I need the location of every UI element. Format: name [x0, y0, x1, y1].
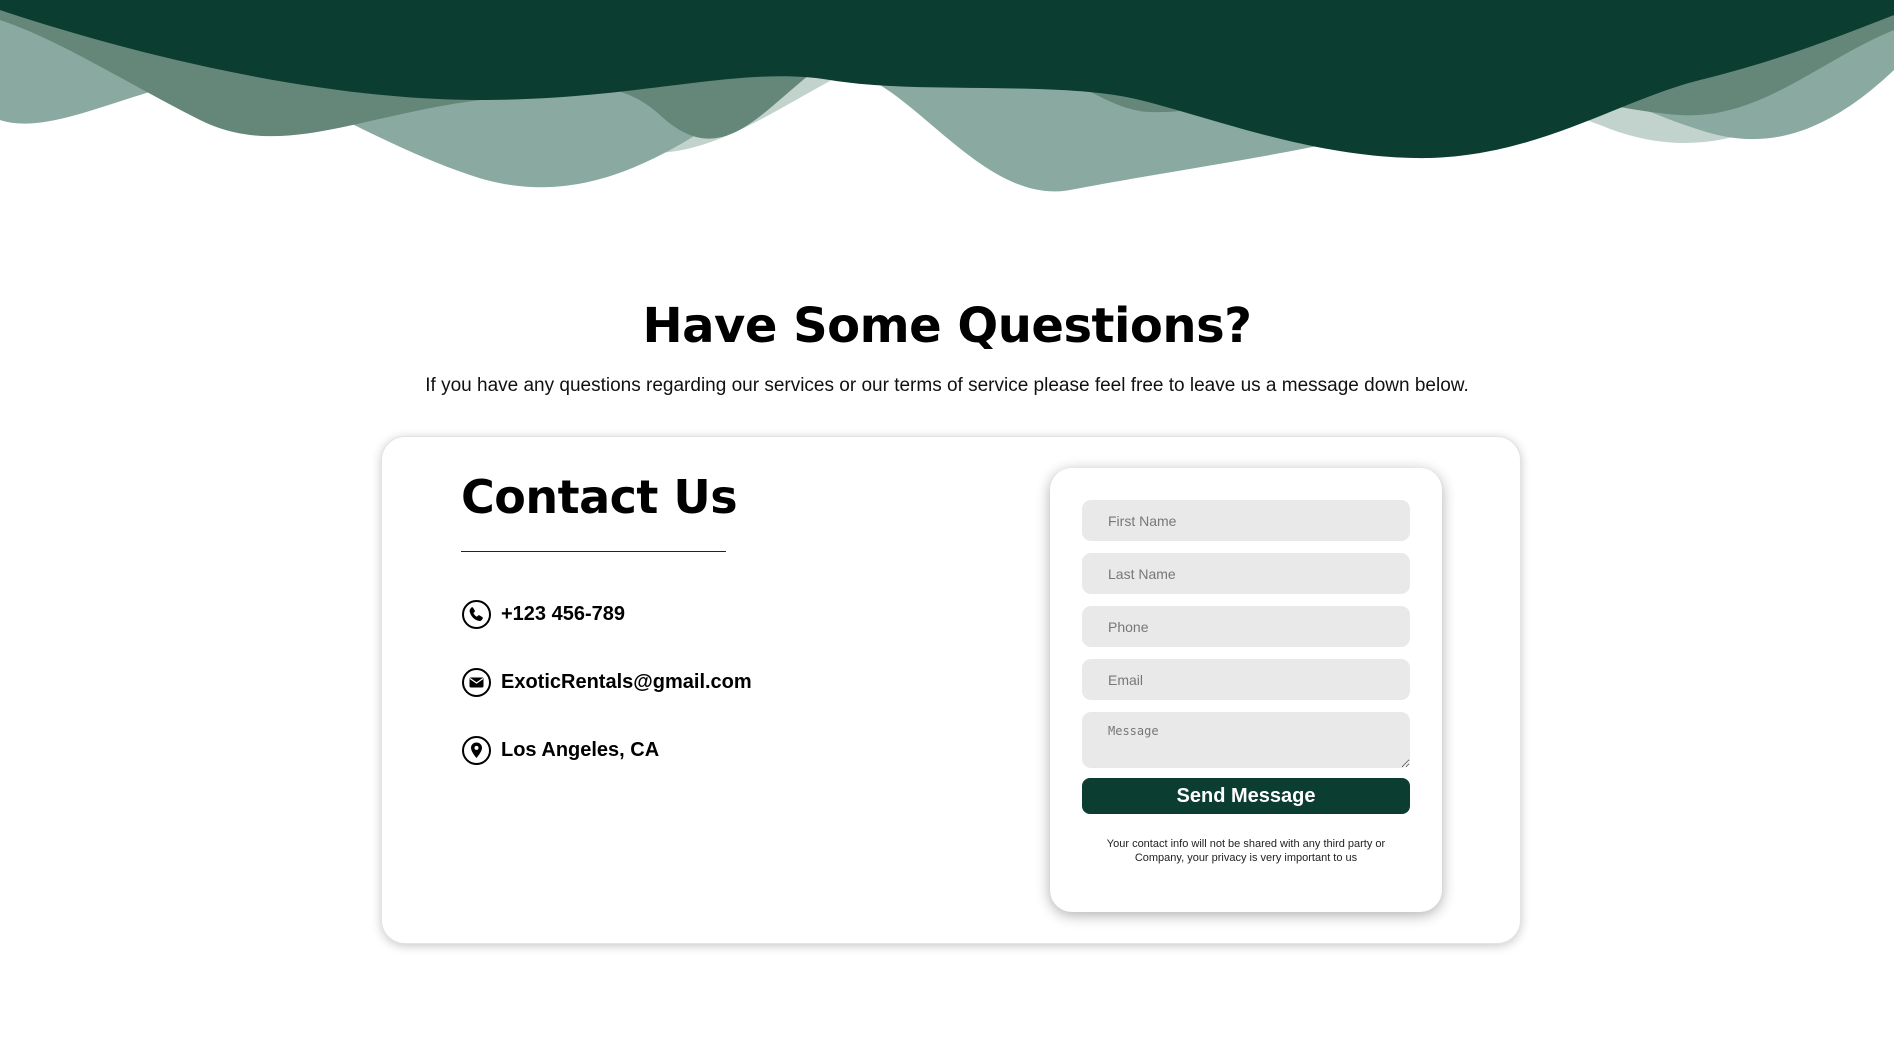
contact-location: Los Angeles, CA — [461, 735, 659, 766]
mail-icon — [461, 667, 492, 698]
location-text: Los Angeles, CA — [501, 739, 660, 761]
decorative-wave-header — [0, 0, 1894, 192]
privacy-note: Your contact info will not be shared wit… — [1106, 838, 1386, 864]
email-input[interactable] — [1082, 659, 1410, 700]
contact-card: Contact Us +123 456-789 ExoticRentals@gm… — [381, 436, 1521, 944]
title-divider — [461, 551, 726, 552]
page-subtext: If you have any questions regarding our … — [425, 375, 1469, 396]
contact-phone: +123 456-789 — [461, 599, 625, 630]
message-textarea[interactable] — [1082, 712, 1410, 768]
phone-input[interactable] — [1082, 606, 1410, 647]
last-name-input[interactable] — [1082, 553, 1410, 594]
email-text[interactable]: ExoticRentals@gmail.com — [501, 671, 752, 694]
phone-text[interactable]: +123 456-789 — [501, 603, 625, 626]
phone-icon — [461, 599, 492, 630]
location-pin-icon — [461, 735, 492, 766]
first-name-input[interactable] — [1082, 500, 1410, 541]
page-heading: Have Some Questions? — [642, 298, 1252, 354]
contact-title: Contact Us — [461, 470, 738, 524]
contact-form: Send Message Your contact info will not … — [1050, 468, 1442, 912]
send-message-button[interactable]: Send Message — [1082, 778, 1410, 814]
contact-email: ExoticRentals@gmail.com — [461, 667, 752, 698]
